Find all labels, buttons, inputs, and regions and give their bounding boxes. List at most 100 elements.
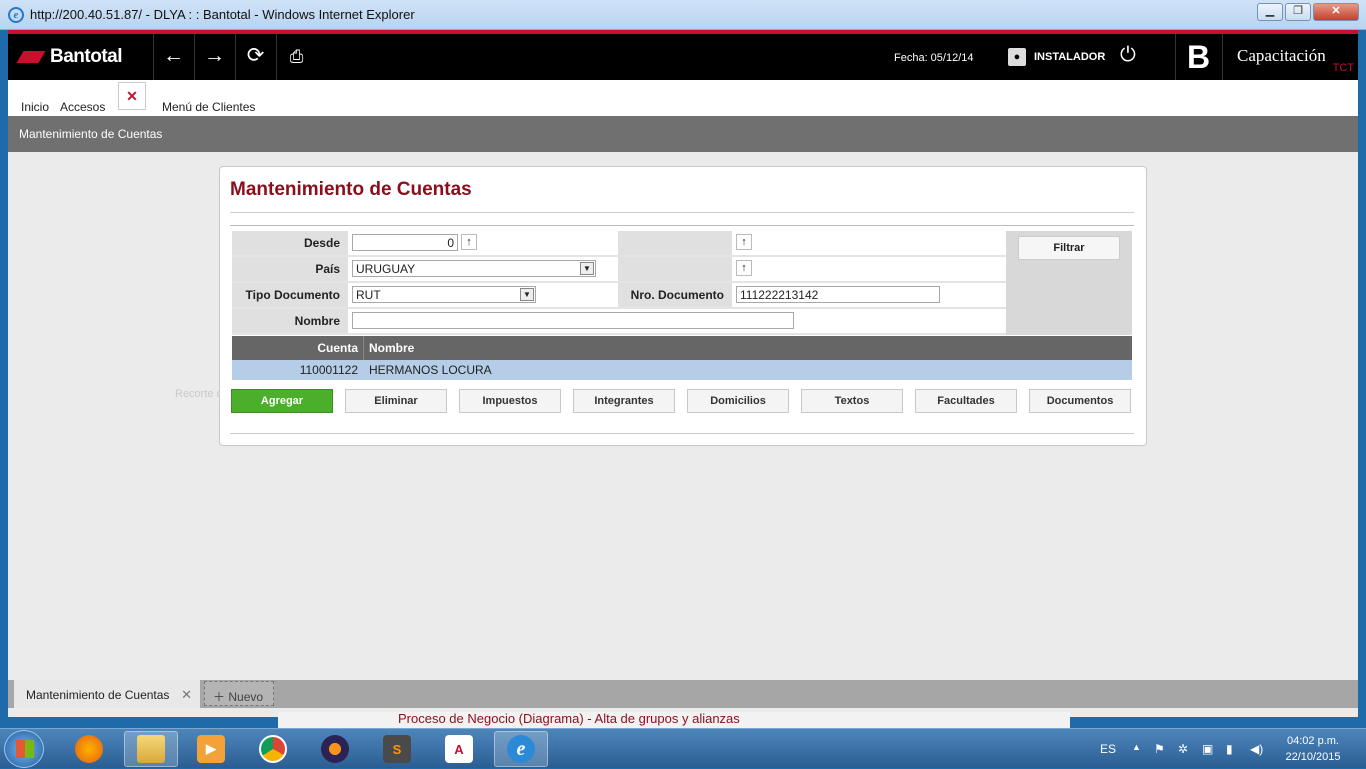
sublime-icon: S (383, 735, 411, 763)
diagram-app-icon: A (445, 735, 473, 763)
integrantes-button[interactable]: Integrantes (573, 389, 675, 413)
column-header-nombre: Nombre (369, 341, 415, 355)
desde-label: Desde (232, 231, 348, 255)
environment-tag: TCT (1332, 62, 1354, 74)
maximize-button[interactable]: ❐ (1285, 3, 1311, 21)
column-header-cuenta: Cuenta (317, 341, 358, 355)
cell-nombre: HERMANOS LOCURA (369, 363, 492, 377)
refresh-icon: ⟳ (246, 44, 265, 67)
folder-icon (137, 735, 165, 763)
user-icon: ● (1008, 48, 1026, 66)
clock-date: 22/10/2015 (1285, 751, 1341, 763)
empty-label (618, 231, 732, 255)
refresh-button[interactable]: ⟳ (235, 34, 275, 80)
environment-name: Capacitación (1237, 46, 1326, 65)
table-row[interactable]: 110001122 HERMANOS LOCURA (232, 360, 1132, 380)
empty-label (618, 257, 732, 281)
new-tab-button[interactable]: ＋ Nuevo (204, 681, 274, 706)
bantotal-logo[interactable]: Bantotal (16, 45, 123, 69)
divider (230, 433, 1134, 434)
tipo-documento-select[interactable]: RUT ▼ (352, 286, 536, 303)
divider (230, 225, 1134, 226)
form-row-nombre: Nombre (232, 309, 1006, 333)
show-hidden-icons-icon[interactable]: ▲ (1132, 742, 1141, 752)
taskbar-explorer[interactable] (124, 731, 178, 767)
minimize-button[interactable]: ▁ (1257, 3, 1283, 21)
environment-badge: Capacitación TCT (1222, 34, 1358, 80)
system-clock[interactable]: 04:02 p.m. 22/10/2015 (1278, 733, 1348, 765)
nro-documento-label: Nro. Documento (618, 283, 732, 307)
sync-icon[interactable]: ✲ (1178, 742, 1188, 756)
taskbar-chrome[interactable] (246, 731, 300, 767)
facultades-button[interactable]: Facultades (915, 389, 1017, 413)
nombre-label: Nombre (232, 309, 348, 333)
language-indicator[interactable]: ES (1100, 742, 1116, 756)
new-tab-label: Nuevo (228, 690, 264, 704)
cell-cuenta: 110001122 (299, 363, 358, 377)
arrow-up-icon[interactable]: ↑ (736, 234, 752, 250)
chevron-down-icon: ▼ (520, 288, 534, 301)
logo-mark-icon (16, 51, 46, 63)
close-tab-icon[interactable]: ✕ (181, 687, 192, 703)
filter-form: Desde 0 ↑ ↑ País URUGUAY ▼ ↑ Tipo Documen… (232, 231, 1006, 335)
form-row-pais: País URUGUAY ▼ ↑ (232, 257, 1006, 281)
taskbar-ie[interactable]: e (494, 731, 548, 767)
pais-select[interactable]: URUGUAY ▼ (352, 260, 596, 277)
menu-item-accesos[interactable]: Accesos (60, 100, 105, 114)
close-window-button[interactable]: ✕ (1313, 3, 1359, 21)
tipo-documento-label: Tipo Documento (232, 283, 348, 307)
print-button[interactable]: ⎙ (276, 34, 316, 80)
taskbar-media[interactable]: ▶ (184, 731, 238, 767)
windows-logo-icon (16, 740, 34, 758)
domicilios-button[interactable]: Domicilios (687, 389, 789, 413)
app-header: Bantotal ← → ⟳ ⎙ Fecha: 05/12/14 ● INSTA… (8, 34, 1358, 80)
bottom-tab-bar: Mantenimiento de Cuentas ✕ ＋ Nuevo (8, 680, 1358, 708)
volume-icon[interactable]: ◀) (1250, 742, 1263, 756)
b-logo-icon: B (1175, 34, 1221, 80)
window-titlebar: e http://200.40.51.87/ - DLYA : : Bantot… (0, 0, 1366, 30)
impuestos-button[interactable]: Impuestos (459, 389, 561, 413)
arrow-up-icon[interactable]: ↑ (736, 260, 752, 276)
nro-documento-input[interactable]: 111222213142 (736, 286, 940, 303)
user-menu[interactable]: ● INSTALADOR (1008, 48, 1105, 66)
form-row-desde: Desde 0 ↑ ↑ (232, 231, 1006, 255)
flag-icon[interactable]: ⚑ (1154, 742, 1165, 756)
device-icon[interactable]: ▣ (1202, 742, 1213, 756)
filtrar-button[interactable]: Filtrar (1018, 236, 1120, 260)
eclipse-icon (321, 735, 349, 763)
ie-icon: e (8, 7, 24, 23)
network-icon[interactable]: ▮ (1226, 742, 1233, 756)
desde-arrow-up-icon[interactable]: ↑ (461, 234, 477, 250)
breadcrumb: Mantenimiento de Cuentas (8, 116, 1358, 152)
power-icon[interactable]: ⏻ (1120, 44, 1136, 67)
textos-button[interactable]: Textos (801, 389, 903, 413)
pais-label: País (232, 257, 348, 281)
eliminar-button[interactable]: Eliminar (345, 389, 447, 413)
divider (230, 212, 1134, 213)
desde-input[interactable]: 0 (352, 234, 458, 251)
clock-time: 04:02 p.m. (1287, 735, 1339, 747)
top-menu: Inicio Accesos ✕ Menú de Clientes (8, 80, 1358, 124)
ie-icon: e (507, 735, 535, 763)
arrow-right-icon: → (204, 44, 225, 67)
plus-icon: ＋ (213, 690, 226, 704)
accounts-panel: Mantenimiento de Cuentas Desde 0 ↑ ↑ Paí… (219, 166, 1147, 446)
window-title: http://200.40.51.87/ - DLYA : : Bantotal… (30, 7, 415, 22)
documentos-button[interactable]: Documentos (1029, 389, 1131, 413)
forward-button[interactable]: → (194, 34, 234, 80)
menu-item-clientes[interactable]: Menú de Clientes (162, 100, 255, 114)
taskbar-eclipse[interactable] (308, 731, 362, 767)
agregar-button[interactable]: Agregar (231, 389, 333, 413)
nombre-input[interactable] (352, 312, 794, 329)
pais-value: URUGUAY (356, 262, 416, 276)
menu-item-inicio[interactable]: Inicio (21, 100, 49, 114)
close-icon[interactable]: ✕ (118, 82, 146, 110)
taskbar-app[interactable]: A (432, 731, 486, 767)
windows-taskbar: ▶ S A e ES ▲ ⚑ ✲ ▣ ▮ ◀) 04:02 p.m. 22/10… (0, 728, 1366, 768)
user-name: INSTALADOR (1034, 51, 1106, 63)
start-button[interactable] (4, 730, 44, 768)
tab-mantenimiento-cuentas[interactable]: Mantenimiento de Cuentas ✕ (14, 680, 200, 708)
back-button[interactable]: ← (153, 34, 193, 80)
taskbar-sublime[interactable]: S (370, 731, 424, 767)
taskbar-firefox[interactable] (62, 731, 116, 767)
